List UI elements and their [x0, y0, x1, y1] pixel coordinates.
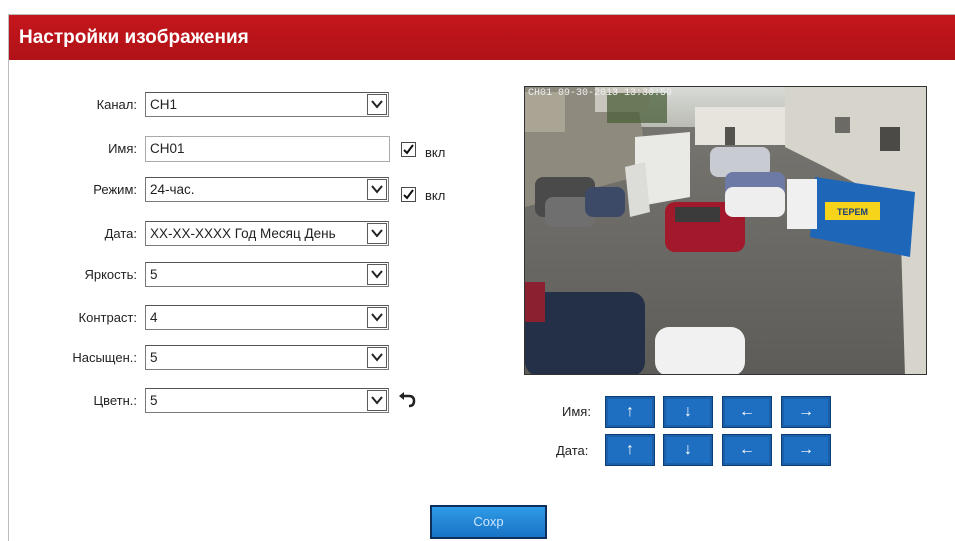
camera-scene: ТЕРЕМ — [525, 87, 926, 374]
chevron-down-icon[interactable] — [367, 179, 387, 200]
date-label: Дата: — [104, 226, 137, 241]
osd-timestamp: CH01 09-30-2013 13:30:59 — [528, 88, 673, 99]
mode-select[interactable]: 24-час. — [145, 177, 389, 202]
channel-label: Канал: — [96, 97, 137, 112]
chevron-down-icon[interactable] — [367, 264, 387, 285]
brightness-value: 5 — [150, 267, 158, 282]
chevron-down-icon[interactable] — [367, 307, 387, 328]
date-format-select[interactable]: XX-XX-XXXX Год Месяц День — [145, 221, 389, 246]
brightness-select[interactable]: 5 — [145, 262, 389, 287]
date-up-button[interactable]: ↑ — [605, 434, 655, 466]
name-up-button[interactable]: ↑ — [605, 396, 655, 428]
chevron-down-icon[interactable] — [367, 223, 387, 244]
chevron-down-icon[interactable] — [367, 390, 387, 411]
position-name-label: Имя: — [562, 404, 591, 419]
saturation-label: Насыщен.: — [72, 350, 137, 365]
date-left-button[interactable]: ← — [722, 434, 772, 466]
contrast-select[interactable]: 4 — [145, 305, 389, 330]
channel-value: CH1 — [150, 97, 178, 112]
saturation-select[interactable]: 5 — [145, 345, 389, 370]
chevron-down-icon[interactable] — [367, 94, 387, 115]
contrast-label: Контраст: — [78, 310, 137, 325]
saturation-value: 5 — [150, 350, 158, 365]
hue-label: Цветн.: — [93, 393, 137, 408]
mode-label: Режим: — [93, 182, 137, 197]
chevron-down-icon[interactable] — [367, 347, 387, 368]
title-bar: Настройки изображения — [9, 15, 955, 60]
name-value: CH01 — [150, 141, 185, 156]
contrast-value: 4 — [150, 310, 158, 325]
channel-select[interactable]: CH1 — [145, 92, 389, 117]
mode-enable-label: вкл — [425, 188, 446, 203]
save-button[interactable]: Сохр — [430, 505, 547, 539]
name-down-button[interactable]: ↓ — [663, 396, 713, 428]
brightness-label: Яркость: — [84, 267, 137, 282]
camera-preview: ТЕРЕМ CH01 09-30-2013 13:30:59 — [524, 86, 927, 375]
undo-icon[interactable] — [398, 392, 416, 408]
mode-value: 24-час. — [150, 182, 195, 197]
name-enable-checkbox[interactable] — [401, 142, 416, 157]
name-label: Имя: — [108, 141, 137, 156]
name-enable-label: вкл — [425, 145, 446, 160]
name-left-button[interactable]: ← — [722, 396, 772, 428]
name-input[interactable]: CH01 — [145, 136, 390, 162]
truck-sign: ТЕРЕМ — [837, 207, 868, 217]
hue-value: 5 — [150, 393, 158, 408]
page-title: Настройки изображения — [19, 27, 249, 48]
date-format-value: XX-XX-XXXX Год Месяц День — [150, 226, 336, 241]
date-right-button[interactable]: → — [781, 434, 831, 466]
date-down-button[interactable]: ↓ — [663, 434, 713, 466]
name-right-button[interactable]: → — [781, 396, 831, 428]
position-date-label: Дата: — [556, 443, 589, 458]
hue-select[interactable]: 5 — [145, 388, 389, 413]
mode-enable-checkbox[interactable] — [401, 187, 416, 202]
